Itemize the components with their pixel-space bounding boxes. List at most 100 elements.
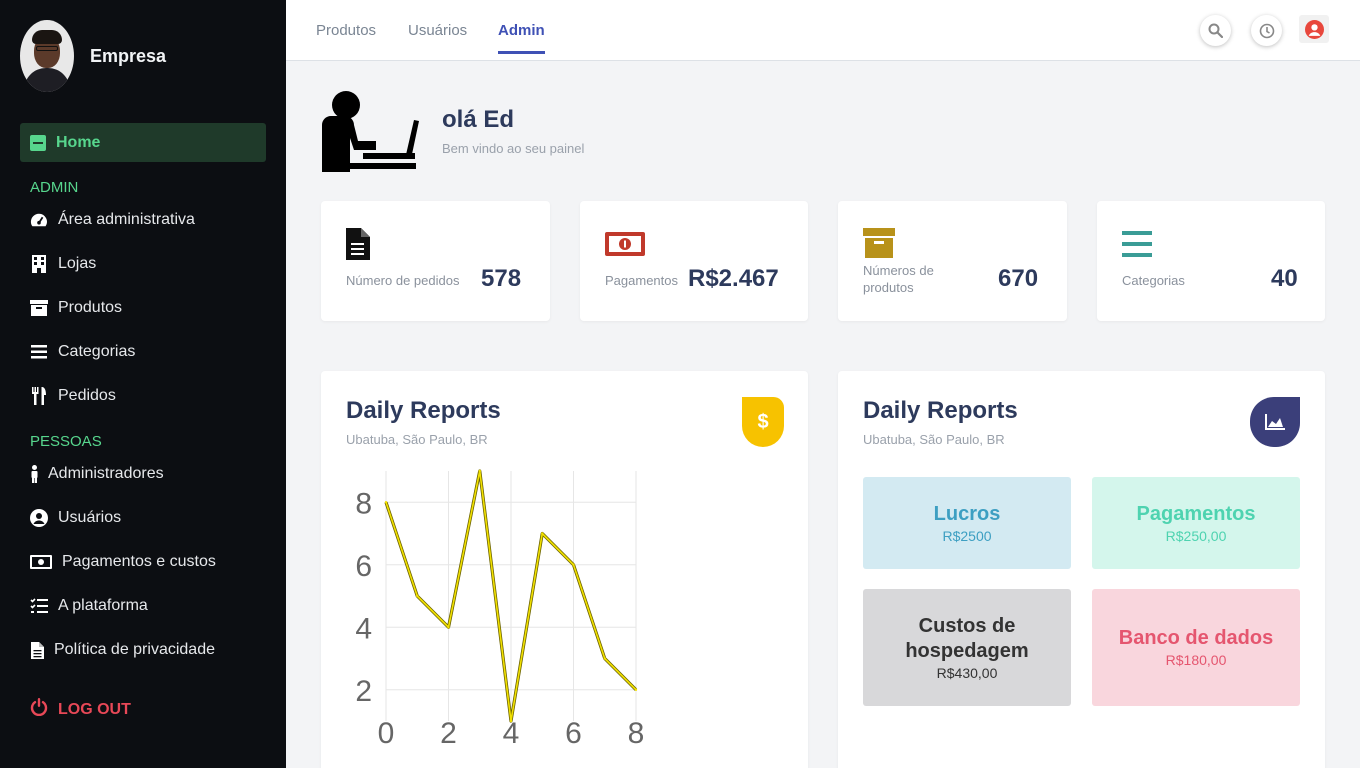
greeting-subtitle: Bem vindo ao seu painel [442,141,585,156]
stat-value: 670 [998,265,1039,292]
sidebar-item-administradores[interactable]: Administradores [30,465,164,483]
stat-value: 40 [1271,265,1298,292]
chart-badge [1250,397,1300,447]
data-point [634,688,638,691]
list-icon [30,345,48,359]
top-header: Produtos Usuários Admin [286,0,1360,61]
minus-square-icon [30,134,46,151]
y-tick-label: 8 [355,487,372,520]
y-tick-label: 2 [355,675,372,708]
stat-card-produtos: Números de produtos 670 [838,201,1067,321]
sidebar-item-a-plataforma[interactable]: A plataforma [30,597,148,615]
money-bill-icon [605,232,645,261]
data-point [447,626,450,629]
sidebar-item-usuarios[interactable]: Usuários [30,509,121,527]
x-tick-label: 8 [628,717,645,750]
tile-custos-de-hospedagem[interactable]: Custos de hospedagem R$430,00 [863,589,1071,706]
tab-usuarios[interactable]: Usuários [408,22,467,39]
stat-card-pagamentos: Pagamentos R$2.467 [580,201,808,321]
report-title: Daily Reports [863,397,1018,424]
sidebar-item-label: Pagamentos e custos [62,553,216,570]
daily-report-chart-card: Daily Reports Ubatuba, São Paulo, BR $ 0… [321,371,808,768]
stat-value: R$2.467 [688,265,779,292]
stat-label: Número de pedidos [346,273,460,288]
sidebar-item-label: Produtos [58,299,123,316]
x-tick-label: 6 [565,717,582,750]
sidebar-item-label: Lojas [58,255,97,272]
y-tick-label: 4 [355,612,372,645]
data-point [384,501,388,504]
sidebar-item-pedidos[interactable]: Pedidos [30,387,116,405]
area-chart-icon [1265,414,1285,430]
tile-value: R$250,00 [1165,527,1227,544]
document-icon [346,228,370,265]
tile-name: Custos de hospedagem [905,614,1029,662]
profile: Empresa [20,20,166,92]
logout-label: LOG OUT [58,700,131,718]
tile-value: R$2500 [942,527,992,544]
power-icon [30,698,48,721]
tile-banco-de-dados[interactable]: Banco de dados R$180,00 [1092,589,1300,706]
sidebar-item-categorias[interactable]: Categorias [30,343,135,361]
file-icon [30,641,44,659]
tile-name: Pagamentos [1136,502,1256,525]
daily-report-summary-card: Daily Reports Ubatuba, São Paulo, BR Luc… [838,371,1325,768]
clock-icon [1259,23,1274,38]
stat-label: Pagamentos [605,273,678,288]
x-tick-label: 2 [440,717,457,750]
logout-button[interactable]: LOG OUT [30,698,131,721]
history-button[interactable] [1251,15,1282,46]
stat-card-categorias: Categorias 40 [1097,201,1325,321]
sidebar-item-label: Categorias [58,343,136,360]
dashboard-icon [30,212,48,228]
stat-label: Categorias [1122,273,1185,288]
greeting-title: olá Ed [442,106,515,133]
sidebar-item-label: Home [56,133,101,151]
sidebar-item-label: Política de privacidade [54,641,215,658]
section-pessoas: PESSOAS [30,433,102,450]
archive-icon [30,300,48,316]
avatar[interactable] [20,20,74,92]
sidebar-item-home[interactable]: Home [20,123,266,162]
tab-admin[interactable]: Admin [498,22,545,54]
tile-pagamentos[interactable]: Pagamentos R$250,00 [1092,477,1300,569]
user-circle-icon [30,509,48,527]
sidebar-item-area-administrativa[interactable]: Área administrativa [30,211,195,229]
data-point [478,469,481,473]
tile-lucros[interactable]: Lucros R$2500 [863,477,1071,569]
sidebar-item-label: Pedidos [58,387,116,404]
stat-card-pedidos: Número de pedidos 578 [321,201,550,321]
bars-icon [1122,231,1152,262]
sidebar-item-politica-de-privacidade[interactable]: Política de privacidade [30,641,215,659]
tile-value: R$180,00 [1165,652,1227,668]
x-tick-label: 4 [503,717,520,750]
money-icon [30,555,52,569]
company-name: Empresa [90,45,167,66]
data-point [572,563,575,566]
report-location: Ubatuba, São Paulo, BR [863,432,1005,447]
search-icon [1208,23,1223,38]
tile-name: Banco de dados [1118,627,1274,649]
tile-value: R$430,00 [936,664,998,681]
sidebar-item-lojas[interactable]: Lojas [30,255,96,273]
sidebar-item-pagamentos-e-custos[interactable]: Pagamentos e custos [30,553,216,571]
person-at-laptop-illustration [320,90,422,174]
tasks-icon [30,598,48,614]
stat-label: Números de produtos [863,263,934,295]
sidebar: Empresa Home ADMIN Área administrativa L… [0,0,286,768]
section-admin: ADMIN [30,179,79,196]
box-icon [863,228,895,263]
user-circle-icon [1304,19,1324,39]
sidebar-item-produtos[interactable]: Produtos [30,299,122,317]
daily-report-line-chart: 0 2 4 6 82468 [355,469,645,750]
x-tick-label: 0 [378,717,395,750]
person-icon [30,465,38,483]
building-icon [30,255,48,273]
tab-produtos[interactable]: Produtos [316,22,376,39]
y-tick-label: 6 [355,550,372,583]
user-menu-button[interactable] [1299,15,1329,43]
data-point [603,657,606,660]
search-button[interactable] [1200,15,1231,46]
sidebar-item-label: A plataforma [58,597,148,614]
sidebar-item-label: Área administrativa [58,211,195,228]
